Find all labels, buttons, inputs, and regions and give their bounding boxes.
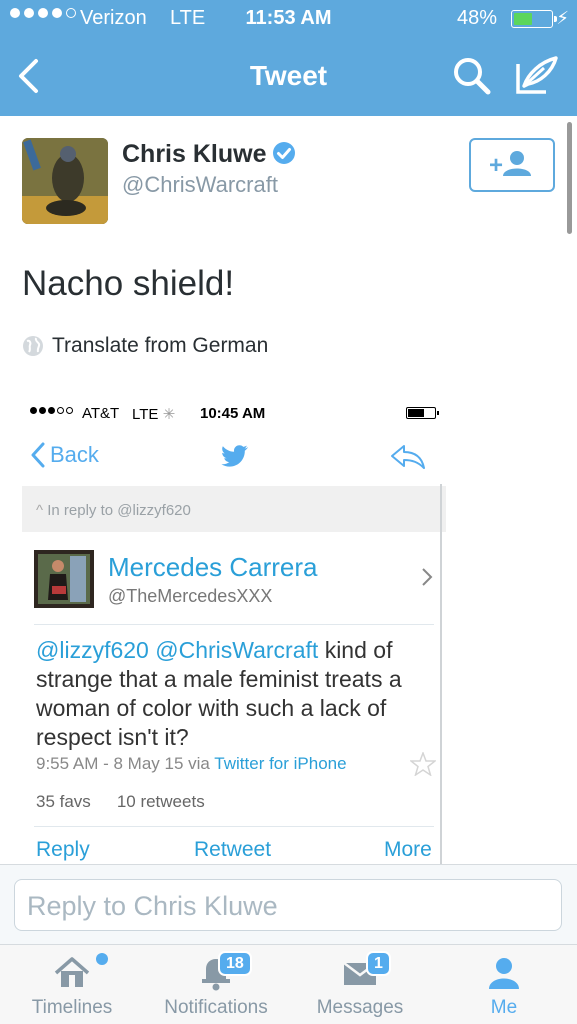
battery-percent: 48%	[456, 7, 497, 29]
compose-button[interactable]	[514, 56, 560, 96]
embedded-client-link: Twitter for iPhone	[214, 754, 347, 773]
top-bar: Verizon LTE 11:53 AM 48% ⚡ Tweet	[0, 0, 577, 116]
notifications-badge: 18	[218, 951, 252, 976]
person-icon	[489, 958, 519, 989]
author-name-text: Chris Kluwe	[122, 140, 267, 168]
tab-label: Messages	[316, 997, 404, 1018]
verified-badge-icon	[273, 142, 296, 164]
embedded-author-name: Mercedes Carrera	[108, 552, 318, 582]
star-icon	[410, 752, 436, 776]
tab-me[interactable]: Me	[440, 945, 568, 1024]
status-bar: Verizon LTE 11:53 AM 48% ⚡	[0, 0, 577, 38]
mention-link: @lizzyf620	[36, 637, 149, 663]
embedded-tweet-meta: 9:55 AM - 8 May 15 via Twitter for iPhon…	[36, 754, 347, 774]
tab-label: Notifications	[164, 997, 268, 1018]
globe-icon	[23, 336, 43, 356]
tab-timelines[interactable]: Timelines	[8, 945, 136, 1024]
nav-bar: Tweet	[0, 38, 577, 116]
embedded-reply-action: Reply	[36, 838, 90, 861]
chevron-right-icon	[422, 568, 433, 586]
tweet-text-fragment: kind	[324, 637, 367, 663]
follow-button[interactable]: +	[469, 138, 555, 192]
embedded-status-bar: AT&T LTE ✳ 10:45 AM	[22, 398, 446, 428]
embedded-more-action: More	[384, 838, 432, 861]
mention-link: @ChrisWarcraft	[155, 637, 319, 663]
tab-bar: Timelines 18 Notifications 1 Messages Me	[0, 944, 577, 1024]
embedded-time: 10:45 AM	[200, 405, 266, 422]
embedded-separator	[34, 826, 434, 827]
embedded-author-avatar	[34, 550, 94, 608]
svg-text:+: +	[489, 152, 503, 179]
embedded-divider	[440, 484, 442, 864]
embedded-network: LTE ✳	[132, 405, 175, 423]
author-handle[interactable]: @ChrisWarcraft	[122, 172, 278, 198]
tab-messages[interactable]: 1 Messages	[296, 945, 424, 1024]
tab-notifications[interactable]: 18 Notifications	[152, 945, 280, 1024]
author-name[interactable]: Chris Kluwe	[122, 140, 296, 169]
scrollbar[interactable]	[567, 122, 572, 234]
caret-up-icon: ^	[36, 502, 44, 519]
favs-count: 35 favs	[36, 792, 91, 811]
embedded-author-handle: @TheMercedesXXX	[108, 586, 273, 606]
avatar-image	[22, 138, 108, 224]
battery-icon	[511, 10, 557, 28]
retweets-count: 10 retweets	[116, 792, 205, 811]
reply-input[interactable]: Reply to Chris Kluwe	[14, 879, 562, 931]
tab-label: Me	[490, 997, 518, 1018]
add-user-icon: +	[489, 151, 531, 179]
embedded-signal-icon	[30, 407, 73, 414]
embedded-timestamp: 9:55 AM - 8 May 15 via	[36, 754, 210, 773]
compose-quill-icon	[516, 56, 558, 94]
embedded-retweet-action: Retweet	[194, 838, 272, 861]
in-reply-to-text: In reply to @lizzyf620	[47, 502, 191, 519]
twitter-bird-icon	[221, 445, 248, 467]
messages-badge: 1	[366, 951, 391, 976]
translate-link[interactable]: Translate from German	[22, 334, 268, 358]
embedded-nav-bar: Back	[22, 428, 446, 484]
embedded-network-text: LTE	[132, 406, 159, 423]
home-icon	[54, 957, 90, 987]
embedded-battery-icon	[406, 407, 439, 419]
translate-label: Translate from German	[52, 334, 269, 357]
embedded-counts: 35 favs 10 retweets	[36, 792, 205, 812]
embedded-reply-arrow-icon	[391, 445, 425, 469]
embedded-back-button: Back	[30, 442, 99, 468]
chevron-left-icon	[31, 442, 45, 468]
loading-spinner-icon: ✳	[162, 406, 176, 423]
embedded-tweet-text: @lizzyf620 @ChrisWarcraft kind of strang…	[36, 636, 434, 752]
author-avatar[interactable]	[22, 138, 108, 224]
embedded-back-label: Back	[50, 442, 99, 467]
embedded-avatar-image	[34, 550, 94, 608]
reply-bar: Reply to Chris Kluwe	[0, 864, 577, 944]
search-icon	[454, 58, 491, 95]
embedded-in-reply-to: ^ In reply to @lizzyf620	[22, 486, 446, 532]
timelines-dot	[96, 953, 108, 965]
tweet-text: Nacho shield!	[22, 264, 235, 303]
embedded-carrier: AT&T	[82, 405, 120, 422]
charging-icon: ⚡	[556, 8, 569, 28]
tab-label: Timelines	[31, 997, 113, 1018]
search-button[interactable]	[452, 56, 492, 96]
embedded-screenshot[interactable]: AT&T LTE ✳ 10:45 AM Back ^ In reply to @…	[22, 398, 446, 864]
embedded-separator	[34, 624, 434, 625]
